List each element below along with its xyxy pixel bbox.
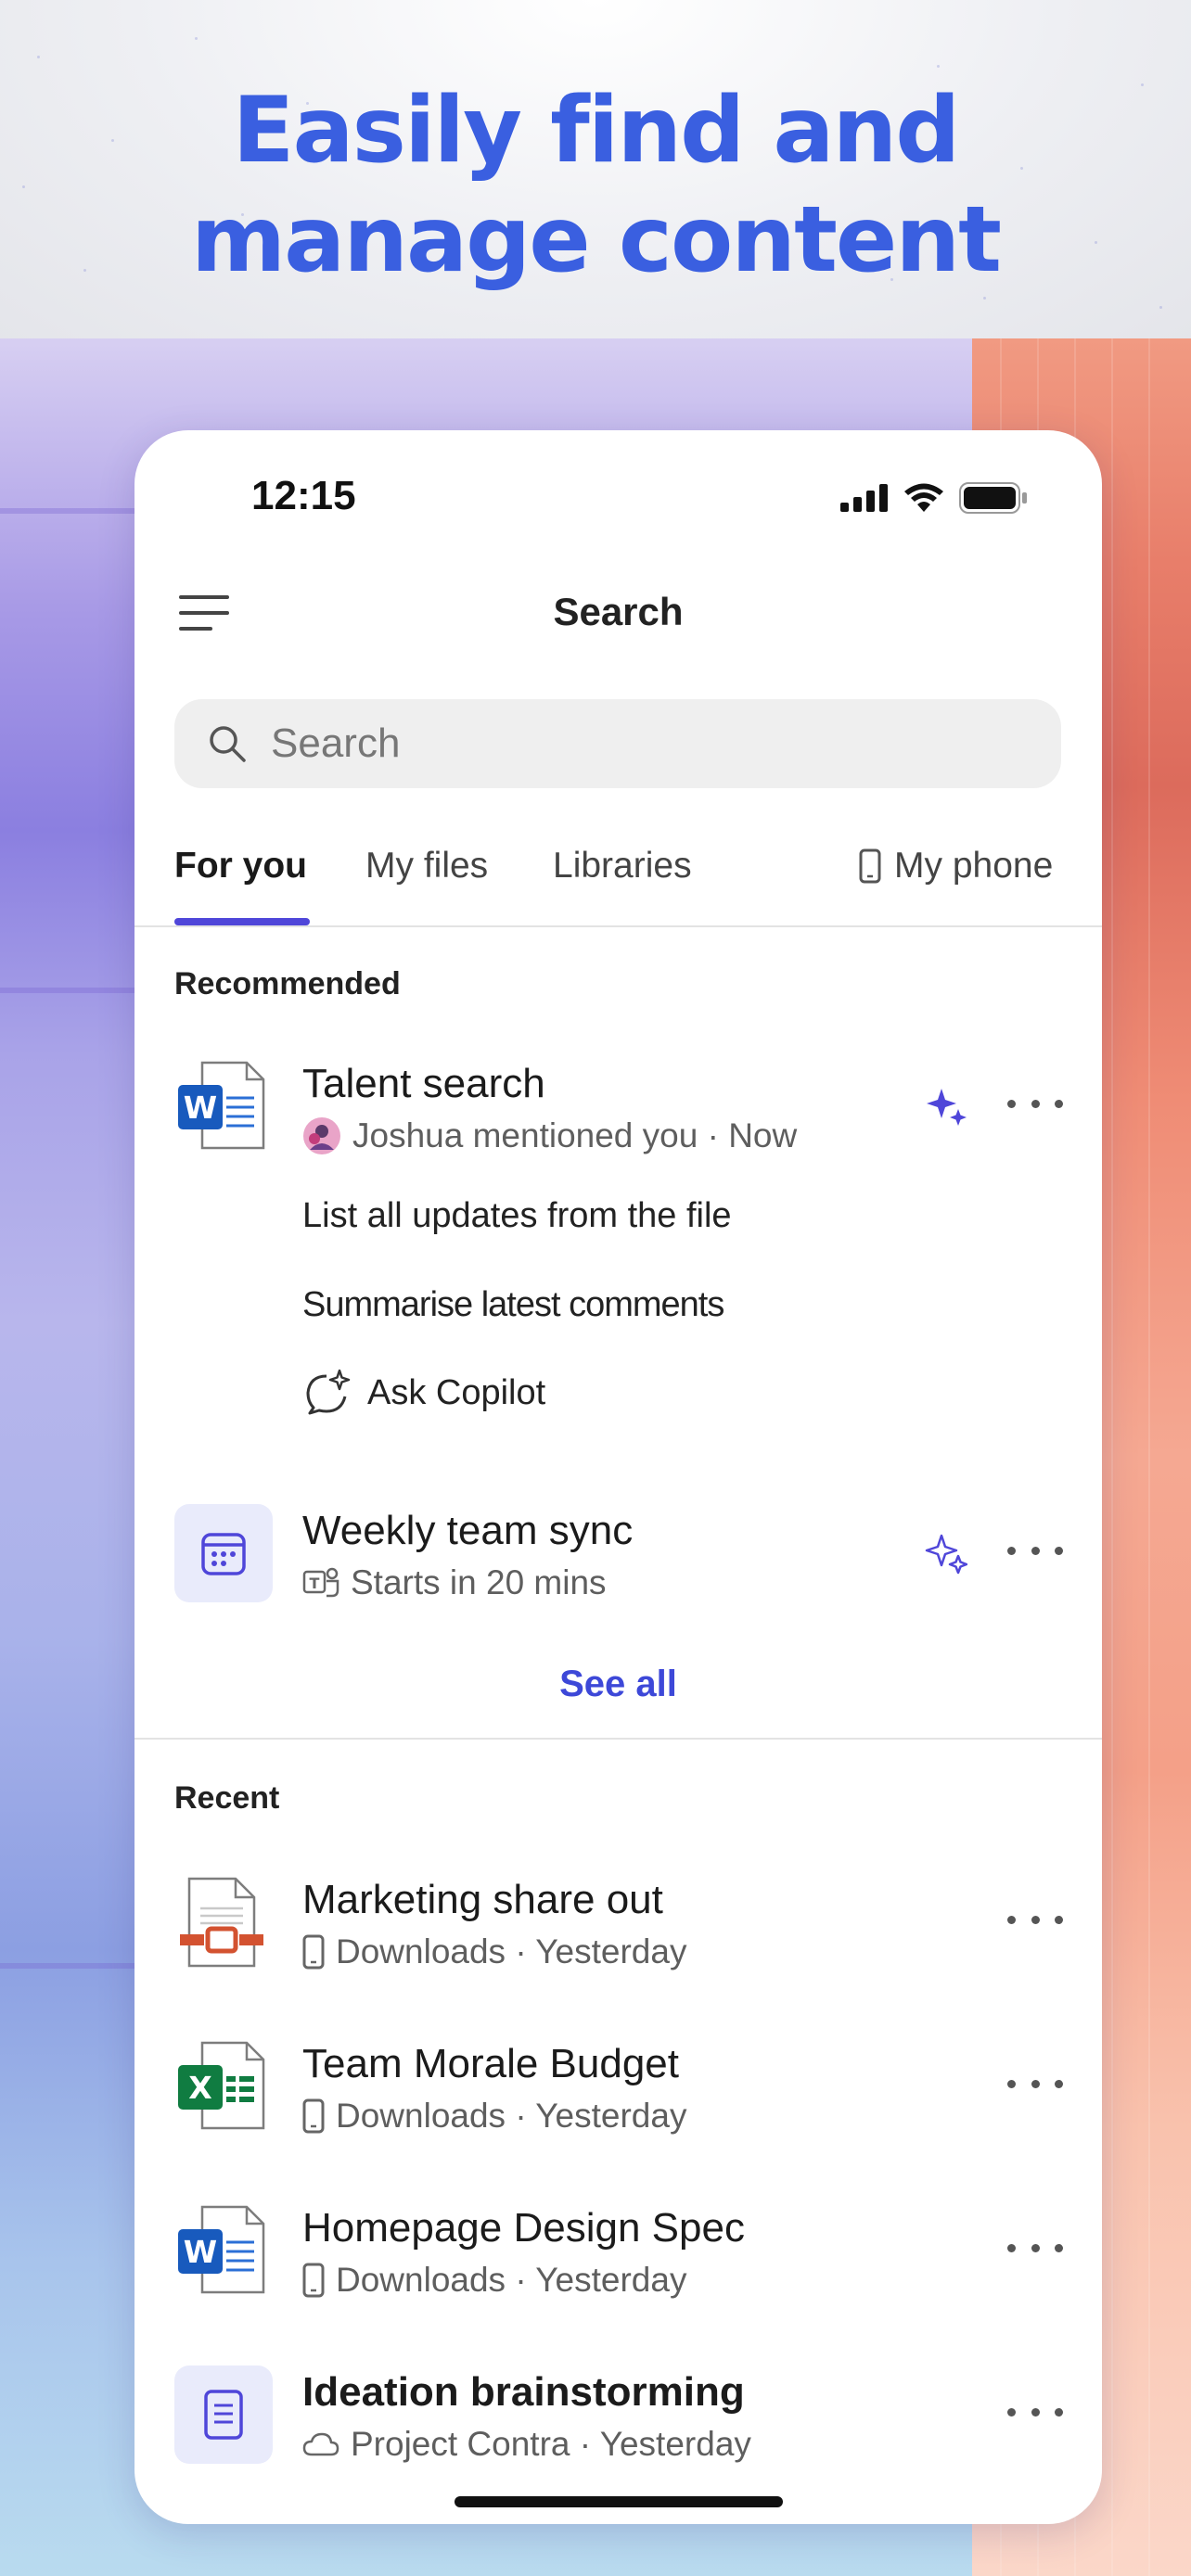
cloud-icon	[302, 2432, 339, 2456]
item-meta: Downloads · Yesterday	[302, 2261, 686, 2300]
svg-text:W: W	[184, 1090, 217, 1126]
item-meta: Downloads · Yesterday	[302, 1932, 686, 1971]
home-indicator	[455, 2496, 783, 2507]
avatar	[303, 1117, 340, 1154]
word-icon: W	[174, 1057, 273, 1155]
item-name: Talent search	[302, 1061, 545, 1106]
wifi-icon	[904, 483, 943, 512]
item-name: Marketing share out	[302, 1877, 663, 1922]
copilot-sparkle-icon[interactable]	[925, 1085, 967, 1128]
marketing-headline: Easily find and manage content	[0, 76, 1191, 295]
excel-icon: X	[174, 2037, 273, 2136]
item-name: Homepage Design Spec	[302, 2205, 745, 2251]
search-input[interactable]	[271, 721, 920, 767]
item-meta-text: Project Contra · Yesterday	[351, 2425, 751, 2463]
item-meta: Joshua mentioned you · Now	[302, 1116, 797, 1155]
document-icon	[174, 2366, 273, 2464]
item-meta-text: Starts in 20 mins	[351, 1563, 607, 1601]
more-options-button[interactable]	[1007, 1910, 1063, 1929]
item-meta: Downloads · Yesterday	[302, 2097, 686, 2136]
item-meta: Project Contra · Yesterday	[302, 2425, 751, 2464]
phone-icon	[302, 2263, 325, 2298]
battery-icon	[959, 482, 1027, 514]
recent-label: Recent	[174, 1780, 280, 1816]
recent-item-marketing-share-out[interactable]: Marketing share out Downloads · Yesterda…	[134, 1873, 1102, 1984]
phone-screen: 12:15 Search For you M	[134, 430, 1102, 2524]
word-icon: W	[174, 2201, 273, 2300]
signal-icon	[840, 484, 888, 512]
more-options-button[interactable]	[1007, 2238, 1063, 2257]
tab-my-phone-label: My phone	[894, 846, 1054, 886]
recent-item-team-morale-budget[interactable]: X Team Morale Budget Downloads · Yesterd…	[134, 2037, 1102, 2149]
more-options-button[interactable]	[1007, 2403, 1063, 2421]
tabs-divider	[134, 925, 1102, 927]
page-title: Search	[553, 590, 684, 633]
more-options-button[interactable]	[1007, 1094, 1063, 1113]
more-options-button[interactable]	[1007, 1541, 1063, 1560]
section-divider	[134, 1738, 1102, 1740]
see-all-link[interactable]: See all	[134, 1664, 1102, 1705]
svg-text:W: W	[184, 2234, 217, 2270]
tab-for-you[interactable]: For you	[174, 846, 307, 886]
recent-item-homepage-design-spec[interactable]: W Homepage Design Spec Downloads · Yeste…	[134, 2201, 1102, 2313]
recent-item-ideation-brainstorming[interactable]: Ideation brainstorming Project Contra · …	[134, 2366, 1102, 2477]
powerpoint-icon	[174, 1873, 273, 1971]
headline-line-2: manage content	[191, 187, 1002, 293]
recommended-item-talent-search[interactable]: W Talent search Joshua mentioned you · N…	[134, 1057, 1102, 1168]
more-options-button[interactable]	[1007, 2074, 1063, 2093]
recommended-item-weekly-team-sync[interactable]: Weekly team sync T Starts in 20 mins	[134, 1504, 1102, 1615]
item-meta-text: Downloads · Yesterday	[336, 1932, 687, 1970]
teams-icon: T	[302, 1567, 339, 1598]
ask-copilot-button[interactable]: Ask Copilot	[302, 1369, 545, 1417]
status-icons	[840, 482, 1028, 514]
headline-line-1: Easily find and	[232, 78, 961, 184]
tab-libraries[interactable]: Libraries	[553, 846, 692, 886]
calendar-icon	[174, 1504, 273, 1602]
item-name: Weekly team sync	[302, 1508, 634, 1553]
copilot-suggestion-1[interactable]: List all updates from the file	[302, 1196, 732, 1236]
item-meta-text: Joshua mentioned you · Now	[352, 1116, 798, 1154]
item-meta: T Starts in 20 mins	[302, 1563, 607, 1602]
phone-icon	[302, 2098, 325, 2134]
svg-text:X: X	[188, 2070, 211, 2106]
tab-bar: For you My files Libraries My phone	[174, 846, 1065, 901]
search-icon	[210, 726, 246, 762]
svg-text:T: T	[310, 1575, 320, 1592]
item-meta-text: Downloads · Yesterday	[336, 2261, 687, 2299]
active-tab-indicator	[174, 918, 310, 925]
tab-my-phone[interactable]: My phone	[859, 846, 1053, 886]
item-meta-text: Downloads · Yesterday	[336, 2097, 687, 2135]
copilot-suggestion-2[interactable]: Summarise latest comments	[302, 1285, 724, 1325]
item-name: Ideation brainstorming	[302, 2369, 745, 2415]
copilot-sparkle-outline-icon[interactable]	[925, 1532, 967, 1575]
search-bar[interactable]	[174, 699, 1061, 788]
phone-icon	[859, 848, 881, 884]
tab-my-files[interactable]: My files	[365, 846, 488, 886]
status-time: 12:15	[251, 473, 356, 518]
copilot-chat-icon	[306, 1369, 351, 1415]
phone-icon	[302, 1934, 325, 1970]
ask-copilot-label: Ask Copilot	[367, 1372, 546, 1412]
item-name: Team Morale Budget	[302, 2041, 679, 2086]
recommended-label: Recommended	[174, 966, 401, 1001]
